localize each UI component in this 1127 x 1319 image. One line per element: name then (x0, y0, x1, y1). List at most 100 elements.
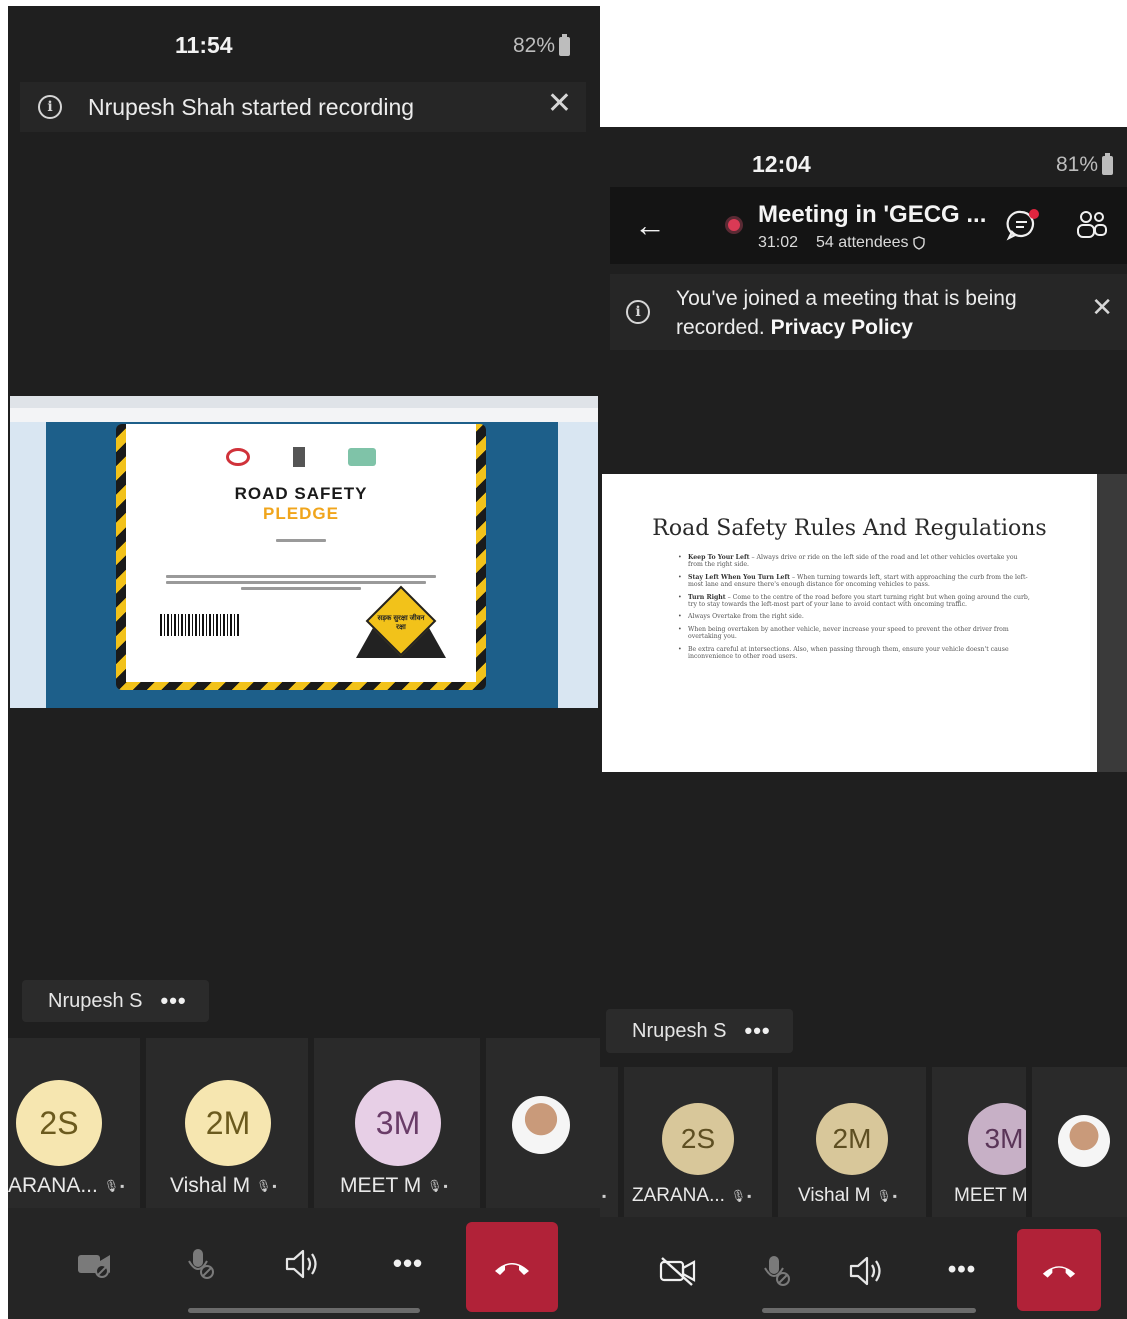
close-icon[interactable]: ✕ (547, 86, 572, 121)
presenter-name: Nrupesh S (48, 989, 143, 1012)
bullet-dot: • (678, 613, 682, 621)
avatar-photo (512, 1096, 570, 1154)
presenter-chip[interactable]: Nrupesh S ••• (606, 1009, 793, 1053)
recording-banner: i You've joined a meeting that is being … (610, 274, 1127, 350)
battery-percent: 82% (512, 34, 555, 57)
slide-bullet: • Stay Left When You Turn Left – When tur… (678, 574, 1032, 589)
camera-off-icon[interactable] (74, 1246, 114, 1282)
recording-banner-text: Nrupesh Shah started recording (88, 93, 415, 120)
participant-name: Vishal M (798, 1185, 871, 1206)
home-indicator[interactable] (762, 1308, 976, 1313)
logo-icon (226, 448, 250, 466)
participant-tile[interactable]: 2M Vishal M 🎙︎▪ (778, 1067, 926, 1217)
participant-name-row: Vishal M 🎙︎▪ (170, 1174, 278, 1198)
avatar: 2M (185, 1080, 271, 1166)
avatar-photo (1058, 1115, 1110, 1167)
slide-bullet-text: When being overtaken by another vehicle,… (688, 625, 1009, 641)
speaker-icon[interactable] (846, 1253, 886, 1289)
browser-tab-bar (10, 396, 598, 408)
participant-tile[interactable]: 2M Vishal M 🎙︎▪ (146, 1038, 308, 1208)
presenter-more-icon[interactable]: ••• (745, 1018, 771, 1044)
mic-off-icon[interactable] (180, 1246, 220, 1282)
right-phone-screen: 12:04 81% ← Meeting in 'GECG ... 31:02 5… (600, 127, 1127, 1319)
certificate-text (276, 536, 326, 545)
participant-name: ARANA... (8, 1174, 98, 1197)
participant-name: Vishal M (170, 1174, 251, 1197)
participant-tile[interactable]: 3M MEET M (932, 1067, 1026, 1217)
battery-indicator: 82% (512, 33, 570, 58)
bullet-dot: • (678, 554, 682, 561)
shared-slide: Road Safety Rules And Regulations • Keep … (602, 474, 1097, 772)
participant-name: MEET M (954, 1185, 1026, 1206)
bullet-dot: • (678, 573, 682, 581)
slide-bullet-head: Stay Left When You Turn Left (688, 573, 790, 581)
bullet-dot: • (678, 593, 682, 601)
mic-camera-off-icon: 🎙︎▪ (256, 1179, 278, 1193)
participant-tile[interactable]: 2S ARANA... 🎙︎▪ (8, 1038, 140, 1208)
attendee-count[interactable]: 54 attendees (816, 234, 925, 252)
mygov-logo-icon (348, 448, 376, 466)
road-sign-text: सड़क सुरक्षा जीवन रक्षा (377, 615, 425, 631)
battery-icon (1102, 152, 1113, 175)
battery-percent: 81% (1055, 153, 1098, 176)
slide-bullet-text: Always Overtake from the right side. (688, 613, 804, 621)
more-options-icon[interactable]: ••• (380, 1248, 436, 1278)
close-icon[interactable]: ✕ (1091, 292, 1113, 323)
participant-tile-edge[interactable]: ▪ (600, 1067, 618, 1217)
left-phone-screen: 11:54 82% i Nrupesh Shah started recordi… (8, 6, 600, 1319)
status-time: 11:54 (175, 32, 233, 58)
participant-name-row: ZARANA... 🎙︎▪ (632, 1185, 752, 1207)
chat-icon[interactable] (1006, 209, 1040, 246)
shared-screen: ROAD SAFETY PLEDGE सड़क सुरक्षा जीवन रक्… (10, 396, 598, 708)
page-margin-left (10, 422, 46, 708)
avatar: 2S (662, 1103, 734, 1175)
camera-off-icon[interactable] (658, 1253, 698, 1289)
logos-row (226, 446, 376, 468)
status-time: 12:04 (752, 151, 811, 177)
participant-tile[interactable]: 2S ZARANA... 🎙︎▪ (624, 1067, 772, 1217)
participant-name: MEET M (340, 1174, 422, 1197)
participant-name-row: Vishal M 🎙︎▪ (798, 1185, 898, 1207)
barcode (160, 614, 240, 636)
privacy-policy-link[interactable]: Privacy Policy (771, 316, 913, 339)
participant-tile[interactable]: 3M MEET M 🎙︎▪ (314, 1038, 480, 1208)
slide-bullet: • Be extra careful at intersections. Also… (678, 646, 1032, 661)
speaker-icon[interactable] (282, 1246, 322, 1282)
slide-bullet: • When being overtaken by another vehicle… (678, 626, 1032, 641)
battery-indicator: 81% (1055, 152, 1113, 177)
home-indicator[interactable] (188, 1308, 420, 1313)
certificate: ROAD SAFETY PLEDGE सड़क सुरक्षा जीवन रक्… (126, 424, 476, 682)
pledge-title: ROAD SAFETY (234, 484, 368, 503)
avatar: 3M (355, 1080, 441, 1166)
call-controls-bar: ••• (8, 1208, 600, 1319)
participants-icon[interactable] (1074, 209, 1108, 246)
attendee-count-text: 54 attendees (816, 234, 909, 251)
participant-name: ZARANA... (632, 1185, 725, 1206)
more-options-icon[interactable]: ••• (934, 1255, 990, 1285)
slide-title: Road Safety Rules And Regulations (652, 516, 1047, 541)
slide-bullet: • Turn Right – Come to the centre of the … (678, 594, 1032, 609)
slide-bullet-text: – Come to the centre of the road before … (688, 593, 1030, 609)
status-bar: 11:54 82% (8, 6, 600, 76)
hang-up-button[interactable] (1017, 1229, 1101, 1311)
bullet-dot: • (678, 625, 682, 633)
back-arrow-icon[interactable]: ← (634, 207, 666, 244)
hang-up-icon (495, 1263, 529, 1275)
mic-camera-off-icon: 🎙︎▪ (876, 1189, 899, 1203)
bullet-dot: • (678, 645, 682, 653)
slide-bullet-text: Be extra careful at intersections. Also,… (688, 645, 1009, 661)
slide-bullet-head: Turn Right (688, 593, 726, 601)
shield-icon (912, 236, 925, 250)
meeting-title[interactable]: Meeting in 'GECG ... (758, 201, 986, 229)
battery-icon (559, 33, 570, 56)
presenter-more-icon[interactable]: ••• (161, 988, 187, 1014)
certificate-border: ROAD SAFETY PLEDGE सड़क सुरक्षा जीवन रक्… (116, 424, 486, 690)
hang-up-button[interactable] (466, 1222, 558, 1312)
slide-side-panel (1097, 474, 1127, 772)
presenter-chip[interactable]: Nrupesh S ••• (22, 980, 209, 1022)
mic-off-icon[interactable] (756, 1253, 796, 1289)
emblem-icon (293, 447, 305, 467)
participant-tile[interactable] (486, 1038, 600, 1208)
page-margin-right (558, 422, 598, 708)
participant-tile[interactable] (1032, 1067, 1127, 1217)
